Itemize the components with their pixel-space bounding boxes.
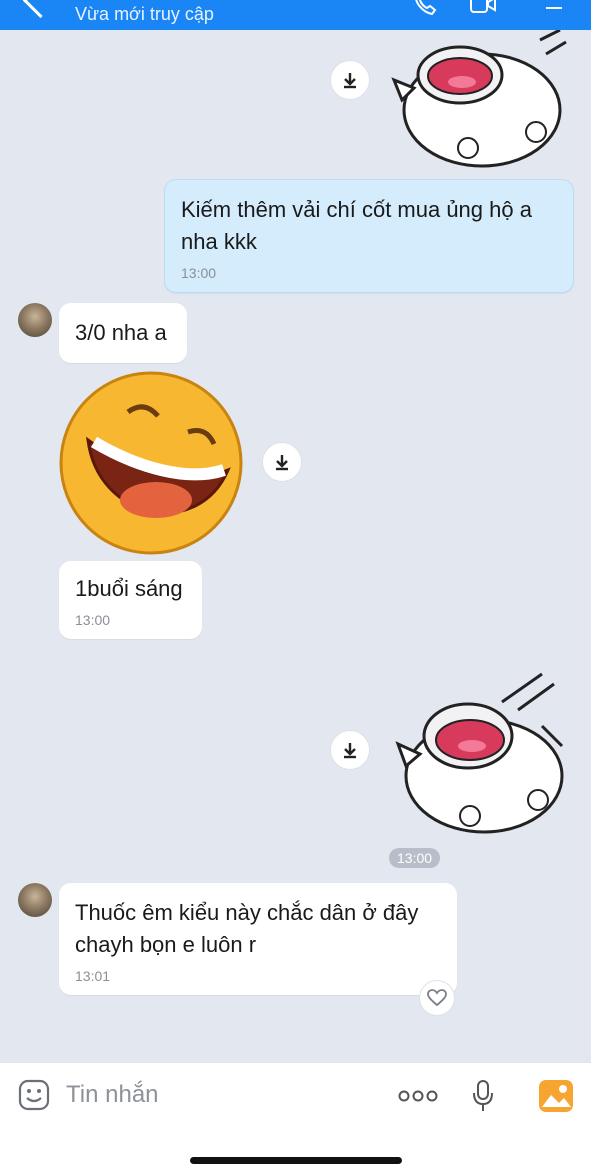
- last-seen-status: Vừa mới truy cập: [75, 4, 214, 24]
- cat-sticker-image[interactable]: [392, 666, 572, 836]
- message-text: Thuốc êm kiểu này chắc dân ở đây chayh b…: [75, 900, 419, 957]
- message-text: 3/0 nha a: [75, 320, 167, 345]
- outgoing-message-bubble[interactable]: Kiếm thêm vải chí cốt mua ủng hộ a nha k…: [164, 179, 574, 293]
- phone-call-icon[interactable]: [412, 0, 438, 16]
- react-heart-button[interactable]: [419, 980, 455, 1016]
- heart-icon: [427, 989, 447, 1007]
- message-text: 1buổi sáng: [75, 576, 183, 601]
- message-time: 13:00: [75, 612, 111, 628]
- incoming-message-bubble[interactable]: 1buổi sáng 13:00: [59, 561, 202, 639]
- message-time: 13:01: [75, 968, 111, 984]
- incoming-message-bubble[interactable]: Thuốc êm kiểu này chắc dân ở đây chayh b…: [59, 883, 457, 995]
- video-call-icon[interactable]: [470, 0, 496, 16]
- contact-avatar[interactable]: [18, 303, 52, 337]
- more-options-icon[interactable]: [398, 1089, 438, 1103]
- microphone-icon[interactable]: [472, 1079, 494, 1113]
- download-sticker-button[interactable]: [262, 442, 302, 482]
- sticker-time-pill: 13:00: [389, 848, 441, 868]
- download-icon: [344, 743, 356, 759]
- download-sticker-button[interactable]: [330, 60, 370, 100]
- download-sticker-button[interactable]: [330, 730, 370, 770]
- image-gallery-icon[interactable]: [538, 1079, 574, 1113]
- message-list[interactable]: Kiếm thêm vải chí cốt mua ủng hộ a nha k…: [0, 30, 591, 1062]
- chat-header: Vừa mới truy cập: [0, 0, 591, 30]
- download-icon: [344, 73, 356, 89]
- contact-avatar[interactable]: [18, 883, 52, 917]
- message-text: Kiếm thêm vải chí cốt mua ủng hộ a nha k…: [181, 197, 532, 254]
- cat-sticker-image[interactable]: [390, 30, 570, 168]
- download-icon: [276, 455, 288, 471]
- home-indicator: [190, 1157, 402, 1164]
- message-input[interactable]: Tin nhắn: [66, 1081, 159, 1109]
- emoji-sticker-icon[interactable]: [18, 1079, 50, 1111]
- back-arrow-icon[interactable]: [22, 0, 59, 19]
- laughing-emoji-sticker[interactable]: [58, 370, 244, 556]
- menu-list-icon[interactable]: [538, 0, 564, 16]
- incoming-message-bubble[interactable]: 3/0 nha a: [59, 303, 187, 363]
- message-time: 13:00: [181, 265, 217, 281]
